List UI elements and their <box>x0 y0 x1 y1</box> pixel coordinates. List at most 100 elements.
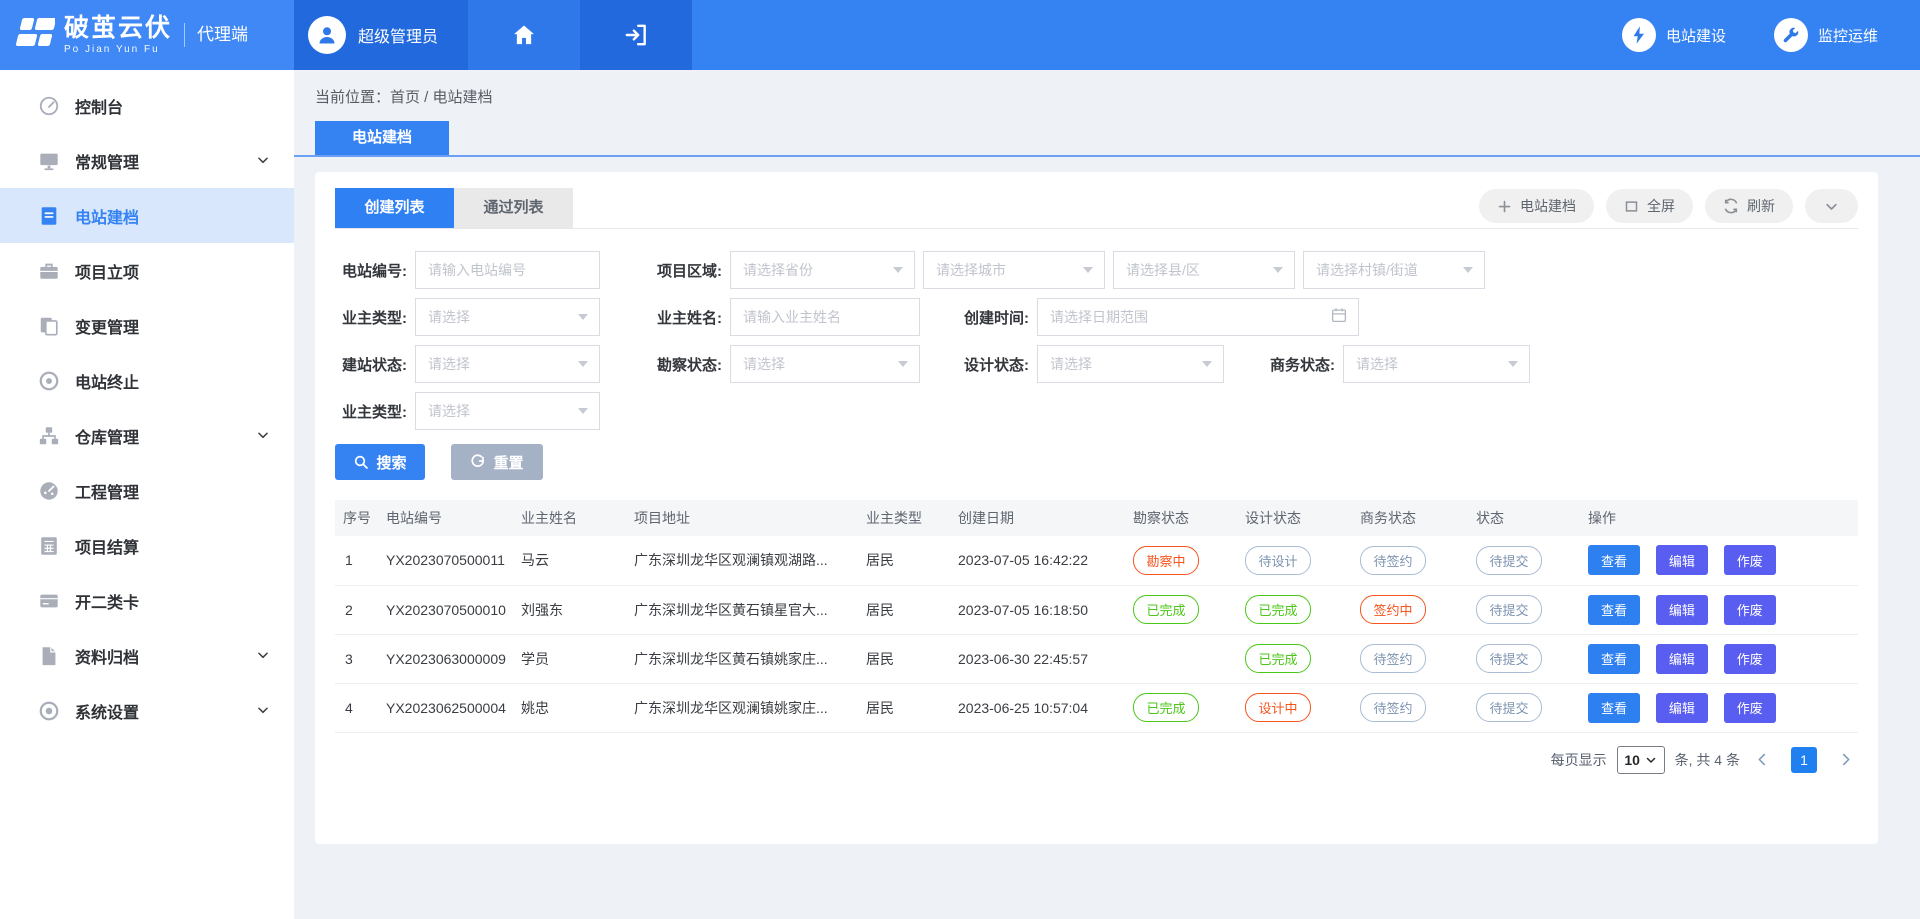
chevron-down-icon <box>256 648 270 667</box>
user-name: 超级管理员 <box>358 23 438 47</box>
cell-no: 3 <box>335 634 380 683</box>
sidebar-item-label: 资料归档 <box>75 644 139 668</box>
status-badge: 待签约 <box>1360 693 1426 722</box>
header-nav: 电站建设 监控运维 <box>1622 0 1920 70</box>
nav-monitor-ops[interactable]: 监控运维 <box>1774 18 1878 52</box>
col-header: 创建日期 <box>952 500 1127 536</box>
plus-icon <box>1497 199 1512 214</box>
settings-icon <box>38 700 60 722</box>
collapse-toolbar-button[interactable] <box>1805 189 1858 223</box>
copy-icon <box>38 315 60 337</box>
col-header: 序号 <box>335 500 380 536</box>
search-button[interactable]: 搜索 <box>335 444 425 480</box>
edit-button[interactable]: 编辑 <box>1656 545 1708 575</box>
refresh-button[interactable]: 刷新 <box>1705 189 1793 223</box>
breadcrumb-prefix: 当前位置： <box>315 89 390 106</box>
create-time-range-picker[interactable]: 请选择日期范围 <box>1037 298 1359 336</box>
user-menu[interactable]: 超级管理员 <box>294 0 468 70</box>
cell-no: 1 <box>335 536 380 585</box>
col-header: 电站编号 <box>380 500 515 536</box>
search-actions: 搜索 重置 <box>335 444 1858 480</box>
edit-button[interactable]: 编辑 <box>1656 693 1708 723</box>
page-tab-station-archive[interactable]: 电站建档 <box>315 121 449 155</box>
view-button[interactable]: 查看 <box>1588 644 1640 674</box>
sidebar-item-label: 电站建档 <box>75 204 139 228</box>
void-button[interactable]: 作废 <box>1724 595 1776 625</box>
owner-type2-select[interactable]: 请选择 <box>415 392 600 430</box>
col-header: 项目地址 <box>628 500 860 536</box>
sidebar-item-general-mgmt[interactable]: 常规管理 <box>0 133 294 188</box>
select-placeholder: 请选择村镇/街道 <box>1316 260 1418 280</box>
per-page-select[interactable]: 10 <box>1617 746 1665 774</box>
station-code-input[interactable] <box>415 251 600 289</box>
sidebar-item-project-settlement[interactable]: 项目结算 <box>0 518 294 573</box>
city-select[interactable]: 请选择城市 <box>923 251 1105 289</box>
sidebar-item-warehouse-mgmt[interactable]: 仓库管理 <box>0 408 294 463</box>
page-number-button[interactable]: 1 <box>1791 747 1817 773</box>
tab-passed-list[interactable]: 通过列表 <box>454 188 573 228</box>
build-status-select[interactable]: 请选择 <box>415 345 600 383</box>
select-placeholder: 请选择县/区 <box>1126 260 1200 280</box>
table-row: 1 YX2023070500011 马云 广东深圳龙华区观澜镇观湖路... 居民… <box>335 536 1858 585</box>
town-select[interactable]: 请选择村镇/街道 <box>1303 251 1485 289</box>
sidebar-item-dashboard[interactable]: 控制台 <box>0 78 294 133</box>
status-badge: 设计中 <box>1245 693 1311 722</box>
avatar <box>308 16 346 54</box>
next-page-button[interactable] <box>1837 751 1854 768</box>
sidebar: 控制台 常规管理 电站建档 <box>0 70 294 919</box>
view-button[interactable]: 查看 <box>1588 693 1640 723</box>
refresh-label: 刷新 <box>1747 196 1775 216</box>
edit-button[interactable]: 编辑 <box>1656 644 1708 674</box>
sidebar-item-station-archive[interactable]: 电站建档 <box>0 188 294 243</box>
calculator-icon <box>38 535 60 557</box>
sidebar-item-project-initiation[interactable]: 项目立项 <box>0 243 294 298</box>
logout-button[interactable] <box>580 0 692 70</box>
cell-address: 广东深圳龙华区观澜镇姚家庄... <box>628 683 860 732</box>
view-button[interactable]: 查看 <box>1588 595 1640 625</box>
calendar-icon <box>1330 306 1348 327</box>
province-select[interactable]: 请选择省份 <box>730 251 915 289</box>
gauge-icon <box>38 480 60 502</box>
select-placeholder: 请选择省份 <box>743 260 813 280</box>
nav-station-build[interactable]: 电站建设 <box>1622 18 1726 52</box>
filter-label: 电站编号: <box>335 260 407 281</box>
prev-page-button[interactable] <box>1754 751 1771 768</box>
business-status-select[interactable]: 请选择 <box>1343 345 1530 383</box>
add-station-button[interactable]: 电站建档 <box>1479 189 1594 223</box>
sidebar-item-station-terminate[interactable]: 电站终止 <box>0 353 294 408</box>
view-button[interactable]: 查看 <box>1588 545 1640 575</box>
home-button[interactable] <box>468 0 580 70</box>
col-header: 设计状态 <box>1239 500 1354 536</box>
fullscreen-icon <box>1624 199 1639 214</box>
owner-name-input[interactable] <box>730 298 920 336</box>
void-button[interactable]: 作废 <box>1724 644 1776 674</box>
sidebar-item-type2-card[interactable]: 开二类卡 <box>0 573 294 628</box>
filter-label: 业主类型: <box>335 307 407 328</box>
void-button[interactable]: 作废 <box>1724 693 1776 723</box>
briefcase-icon <box>38 260 60 282</box>
sidebar-item-system-settings[interactable]: 系统设置 <box>0 683 294 738</box>
design-status-select[interactable]: 请选择 <box>1037 345 1224 383</box>
toolbar: 电站建档 全屏 刷新 <box>1479 189 1858 228</box>
select-arrow-icon <box>1273 267 1283 273</box>
tab-create-list[interactable]: 创建列表 <box>335 188 454 228</box>
filter-label: 设计状态: <box>957 354 1029 375</box>
reset-button[interactable]: 重置 <box>451 444 543 480</box>
sidebar-item-label: 电站终止 <box>75 369 139 393</box>
cell-owner: 马云 <box>515 536 628 585</box>
main-card: 创建列表 通过列表 电站建档 全屏 <box>315 172 1878 844</box>
void-button[interactable]: 作废 <box>1724 545 1776 575</box>
select-placeholder: 请选择 <box>1050 354 1092 374</box>
filter-row-3: 建站状态: 请选择 勘察状态: 请选择 设计状态: 请选择 商务状态: 请选择 <box>335 345 1858 383</box>
sidebar-item-data-archive[interactable]: 资料归档 <box>0 628 294 683</box>
table-row: 2 YX2023070500010 刘强东 广东深圳龙华区黄石镇星官大... 居… <box>335 585 1858 634</box>
sidebar-item-change-mgmt[interactable]: 变更管理 <box>0 298 294 353</box>
edit-button[interactable]: 编辑 <box>1656 595 1708 625</box>
sidebar-item-engineering-mgmt[interactable]: 工程管理 <box>0 463 294 518</box>
owner-type-select[interactable]: 请选择 <box>415 298 600 336</box>
survey-status-select[interactable]: 请选择 <box>730 345 920 383</box>
nav-label: 监控运维 <box>1818 25 1878 46</box>
fullscreen-button[interactable]: 全屏 <box>1606 189 1693 223</box>
cell-owner: 刘强东 <box>515 585 628 634</box>
county-select[interactable]: 请选择县/区 <box>1113 251 1295 289</box>
